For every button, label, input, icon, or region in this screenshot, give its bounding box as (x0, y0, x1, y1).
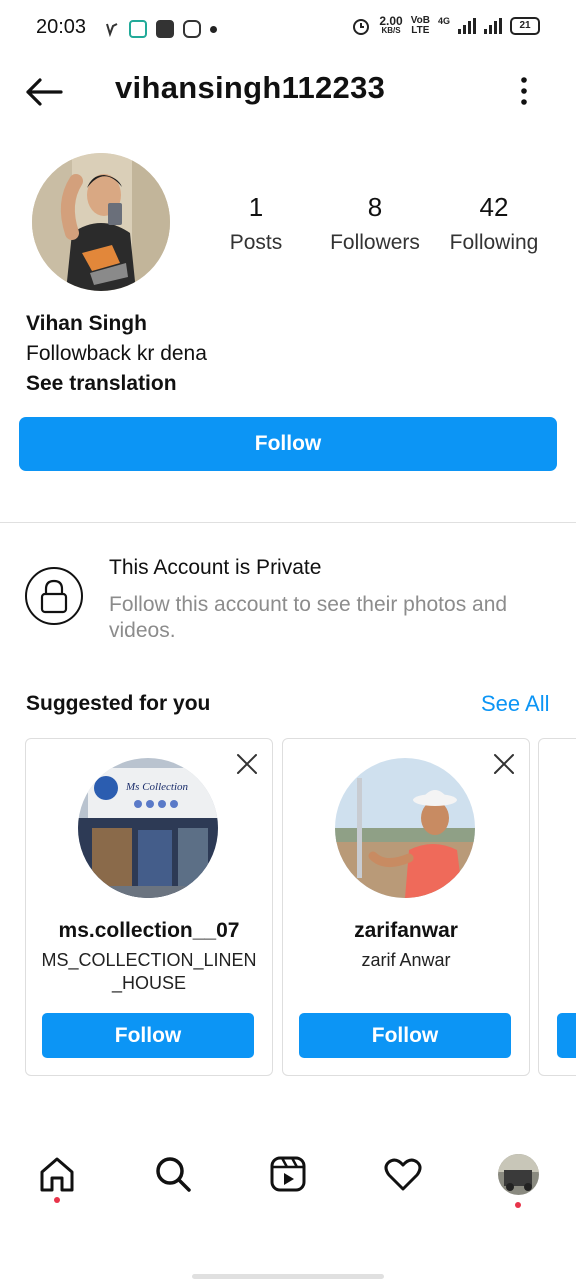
suggested-title: Suggested for you (26, 692, 211, 715)
signal-icon-1 (458, 18, 476, 34)
suggestion-avatar[interactable] (335, 758, 475, 898)
profile-bio: Followback kr dena (26, 342, 207, 365)
profile-avatar[interactable] (32, 153, 170, 291)
instagram-icon (183, 20, 201, 38)
suggestion-card[interactable]: Ms Collection ms.collection__07 MS_COLLE… (25, 738, 273, 1076)
suggestion-card[interactable]: zarifanwar zarif Anwar Follow (282, 738, 530, 1076)
section-divider (0, 522, 576, 523)
status-time: 20:03 (36, 16, 87, 38)
speed-unit: KB/S (381, 26, 401, 35)
stat-value: 42 (479, 192, 509, 222)
close-icon[interactable] (493, 753, 515, 775)
suggestion-follow-button-partial[interactable] (557, 1013, 576, 1058)
search-icon[interactable] (153, 1154, 193, 1194)
stat-label: Posts (229, 231, 283, 254)
home-icon[interactable] (37, 1154, 77, 1194)
private-title: This Account is Private (109, 556, 322, 579)
capcut-icon (156, 20, 174, 38)
stat-posts[interactable]: 1 Posts (196, 192, 316, 255)
stat-label: Followers (330, 231, 420, 254)
suggestion-fullname: MS_COLLECTION_LINEN_HOUSE (41, 950, 257, 993)
stat-value: 8 (367, 192, 383, 222)
notification-icons (104, 18, 217, 40)
arrow-left-icon[interactable] (24, 72, 64, 112)
follow-button[interactable]: Follow (19, 417, 557, 471)
stat-following[interactable]: 42 Following (434, 192, 554, 255)
status-right: 2.00 KB/S VoB LTE 4G 21 (351, 14, 540, 36)
private-text: Follow this account to see their photos … (109, 593, 508, 642)
suggestion-username[interactable]: zarifanwar (283, 919, 529, 943)
person-photo (335, 758, 475, 898)
see-all-link[interactable]: See All (481, 691, 550, 717)
suggestion-fullname: zarif Anwar (361, 950, 451, 970)
app-notification-icon (106, 23, 118, 37)
lte-label: LTE (411, 25, 430, 36)
profile-tab-avatar[interactable] (498, 1154, 539, 1195)
heart-icon[interactable] (383, 1154, 423, 1194)
suggestion-follow-button[interactable]: Follow (42, 1013, 254, 1058)
lock-icon (25, 567, 83, 625)
more-vertical-icon[interactable] (514, 76, 534, 106)
stat-label: Following (449, 231, 539, 254)
suggestion-username[interactable]: ms.collection__07 (26, 919, 272, 943)
profile-notification-dot (515, 1202, 521, 1208)
suggestion-avatar[interactable]: Ms Collection (78, 758, 218, 898)
shop-photo: Ms Collection (78, 758, 218, 898)
home-notification-dot (54, 1197, 60, 1203)
profile-username: vihansingh112233 (115, 70, 386, 105)
profile-photo (32, 153, 170, 291)
status-bar: 20:03 2.00 KB/S VoB LTE 4G 21 (0, 0, 576, 58)
close-icon[interactable] (236, 753, 258, 775)
alarm-icon (353, 19, 370, 35)
shop-sign-text: Ms Collection (125, 781, 189, 793)
battery-icon: 21 (510, 17, 540, 35)
reels-icon[interactable] (268, 1154, 308, 1194)
see-translation-link[interactable]: See translation (26, 372, 177, 396)
net-speed: 2.00 KB/S (379, 14, 403, 36)
profile-tab-photo (498, 1154, 539, 1195)
chat-app-icon (129, 20, 147, 38)
net-type: 4G (437, 16, 450, 26)
more-notifications-dot (210, 25, 217, 33)
gesture-bar[interactable] (192, 1274, 384, 1279)
stat-value: 1 (248, 192, 264, 222)
signal-icon-2 (484, 18, 502, 34)
profile-name: Vihan Singh (26, 312, 147, 335)
volte-badge: VoB LTE (411, 16, 430, 36)
stat-followers[interactable]: 8 Followers (315, 192, 435, 255)
suggestion-follow-button[interactable]: Follow (299, 1013, 511, 1058)
suggestion-card-partial[interactable] (538, 738, 576, 1076)
speed-value: 2.00 (379, 14, 403, 28)
